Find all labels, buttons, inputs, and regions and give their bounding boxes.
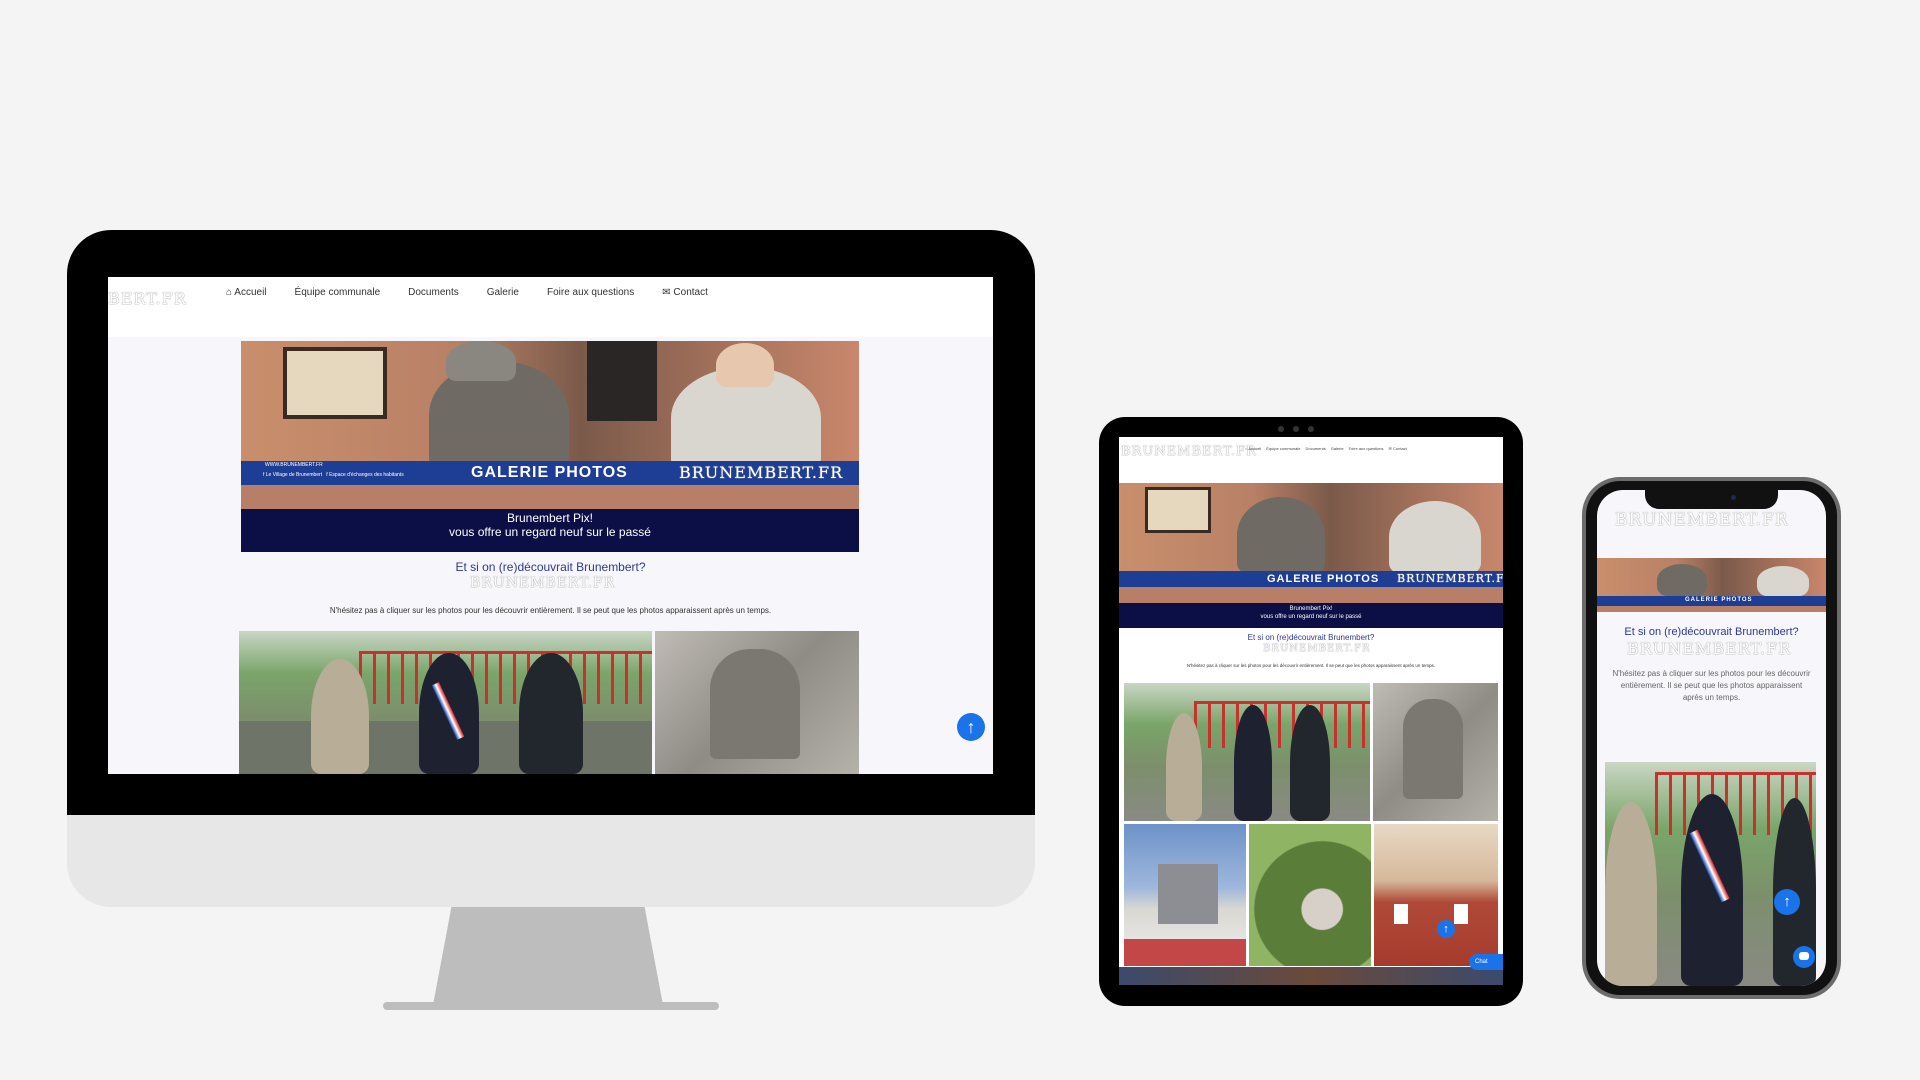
tablet-photo-officials[interactable] (1124, 683, 1370, 821)
banner-url: WWW.BRUNEMBERT.FR (265, 462, 323, 468)
nav-menu: ⌂ Accueil Équipe communale Documents Gal… (226, 287, 708, 298)
tablet-scroll-top-button[interactable]: ↑ (1437, 920, 1455, 938)
tablet-banner-title: GALERIE PHOTOS (1267, 573, 1380, 585)
arrow-up-icon: ↑ (1783, 893, 1791, 910)
nav-item-documents[interactable]: Documents (408, 287, 459, 298)
photo-person-3 (519, 653, 583, 774)
phone-page-heading: Et si on (re)découvrait Brunembert? (1624, 626, 1799, 638)
desktop-screen: BERT.FR ⌂ Accueil Équipe communale Docum… (108, 277, 993, 774)
nav-item-equipe[interactable]: Équipe communale (295, 287, 381, 298)
tablet-nav-equipe[interactable]: Équipe communale (1266, 446, 1300, 451)
banner-title: GALERIE PHOTOS (471, 464, 628, 481)
tablet-intro-text: N'hésitez pas à cliquer sur les photos p… (1186, 663, 1436, 668)
banner-picture-frame (283, 347, 387, 419)
tablet-photo-house[interactable] (1374, 824, 1498, 966)
photo-person-1 (311, 659, 369, 774)
tablet-photo-row-cut (1119, 967, 1503, 985)
tablet-nav-accueil[interactable]: ⌂ Accueil (1245, 446, 1261, 451)
tablet-chat-button[interactable]: Chat (1469, 954, 1503, 970)
phone-photo-officials[interactable] (1605, 762, 1816, 986)
desktop-navbar: BERT.FR ⌂ Accueil Équipe communale Docum… (108, 277, 993, 337)
tablet-camera (1274, 426, 1318, 432)
chat-bubble-icon (1799, 952, 1809, 960)
phone-site-logo[interactable]: BRUNEMBERT.FR (1615, 510, 1789, 530)
home-icon: ⌂ (226, 287, 233, 298)
phone-scroll-top-button[interactable]: ↑ (1774, 889, 1800, 915)
tablet-banner-caption: Brunembert Pix! vous offre un regard neu… (1119, 603, 1503, 628)
page-heading: Et si on (re)découvrait Brunembert? (455, 560, 646, 574)
tablet-page-heading: Et si on (re)découvrait Brunembert? (1247, 633, 1375, 642)
gallery-banner: WWW.BRUNEMBERT.FR f Le Village de Brunem… (241, 341, 859, 552)
banner-photo-lower (241, 485, 859, 509)
banner-watermark: BRUNEMBERT.FR (679, 463, 844, 482)
heading-watermark: BRUNEMBERT.FR (470, 575, 616, 591)
arrow-up-icon: ↑ (966, 717, 976, 737)
site-logo[interactable]: BERT.FR (108, 289, 187, 308)
banner-caption: Brunembert Pix! vous offre un regard neu… (241, 509, 859, 552)
tablet-photo-stone[interactable] (1373, 683, 1498, 821)
desktop-monitor-chin (67, 815, 1035, 907)
tablet-photo-goat[interactable] (1249, 824, 1371, 966)
banner-person-left-head (446, 341, 516, 381)
gallery-photo-stone-carving[interactable] (655, 631, 859, 774)
tablet-nav-contact[interactable]: ✉ Contact (1389, 446, 1407, 451)
nav-item-contact[interactable]: ✉ Contact (662, 287, 708, 298)
tablet-nav-menu: ⌂ Accueil Équipe communale Documents Gal… (1245, 446, 1407, 451)
tablet-gallery-banner: GALERIE PHOTOS BRUNEMBERT.FR Brunembert … (1119, 483, 1503, 628)
banner-social: f Le Village de Brunembert f Espace d'éc… (263, 472, 404, 478)
tablet-nav-documents[interactable]: Documents (1305, 446, 1325, 451)
nav-item-galerie[interactable]: Galerie (487, 287, 519, 298)
scroll-to-top-button[interactable]: ↑ (957, 713, 985, 741)
facebook-icon: f (263, 472, 265, 478)
tablet-site-logo[interactable]: BRUNEMBERT.FR (1121, 444, 1257, 459)
photo-fence (359, 651, 652, 704)
gallery-photo-officials[interactable] (239, 631, 652, 774)
desktop-monitor-foot (383, 1002, 719, 1010)
phone-screen: BRUNEMBERT.FR GALERIE PHOTOS Et si on (r… (1597, 490, 1826, 986)
tablet-nav-galerie[interactable]: Galerie (1331, 446, 1344, 451)
phone-banner-title: GALERIE PHOTOS (1685, 597, 1753, 603)
phone-notch (1645, 490, 1778, 509)
phone-camera (1731, 495, 1736, 500)
tablet-nav-faq[interactable]: Foire aux questions (1349, 446, 1384, 451)
arrow-up-icon: ↑ (1443, 923, 1449, 935)
banner-person-right-head (716, 343, 774, 387)
envelope-icon: ✉ (662, 287, 671, 298)
intro-text: N'hésitez pas à cliquer sur les photos p… (329, 606, 772, 615)
tablet-photo-church[interactable] (1124, 824, 1246, 966)
desktop-monitor-stand (433, 907, 663, 1005)
nav-item-accueil[interactable]: ⌂ Accueil (226, 287, 267, 298)
phone-intro-text: N'hésitez pas à cliquer sur les photos p… (1612, 669, 1811, 702)
phone-gallery-banner: GALERIE PHOTOS (1597, 558, 1826, 612)
nav-item-faq[interactable]: Foire aux questions (547, 287, 634, 298)
stone-niche (710, 649, 800, 759)
tablet-screen: BRUNEMBERT.FR ⌂ Accueil Équipe communale… (1119, 437, 1503, 985)
banner-chair (587, 341, 657, 421)
phone-chat-button[interactable] (1793, 946, 1815, 968)
facebook-icon: f (326, 472, 328, 478)
